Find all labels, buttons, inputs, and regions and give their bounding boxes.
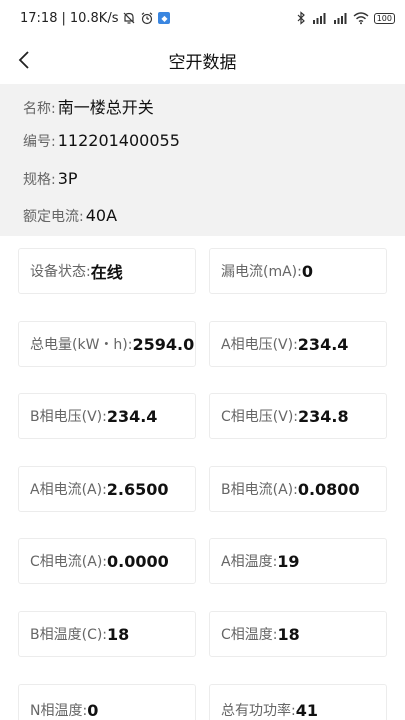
card-label: 总电量(kW・h): xyxy=(30,337,133,353)
card-label: A相电流(A): xyxy=(30,482,107,498)
back-button[interactable] xyxy=(10,42,38,78)
card-value: 18 xyxy=(277,624,300,644)
alarm-icon xyxy=(140,11,154,25)
card-c-voltage: C相电压(V): 234.8 xyxy=(209,393,387,439)
battery-level: 100 xyxy=(376,13,392,23)
name-label: 名称: xyxy=(23,101,56,117)
chevron-left-icon xyxy=(18,51,29,69)
mute-bell-icon xyxy=(122,11,136,25)
info-code-row: 编号: 112201400055 xyxy=(23,131,180,151)
status-right: 100 xyxy=(296,11,395,25)
card-label: A相温度: xyxy=(221,554,278,570)
spec-label: 规格: xyxy=(23,172,56,188)
card-label: A相电压(V): xyxy=(221,337,298,353)
card-value: 在线 xyxy=(90,263,123,282)
card-value: 234.4 xyxy=(106,406,158,426)
status-time: 17:18 xyxy=(20,10,58,26)
card-value: 18 xyxy=(107,624,130,644)
card-label: B相温度(C): xyxy=(30,627,108,643)
info-name-row: 名称: 南一楼总开关 xyxy=(23,94,154,118)
signal-hd-1-icon xyxy=(311,11,327,25)
card-value: 234.8 xyxy=(298,406,349,426)
code-value: 112201400055 xyxy=(57,131,180,150)
card-label: 漏电流(mA): xyxy=(221,264,302,280)
card-label: 总有功功率: xyxy=(221,703,296,719)
card-a-current: A相电流(A): 2.6500 xyxy=(18,466,196,512)
status-left: 17:18 | 10.8K/s ◆ xyxy=(20,10,171,26)
nav-bar: 空开数据 xyxy=(0,36,405,84)
card-value: 41 xyxy=(295,701,318,720)
status-separator: | xyxy=(61,10,66,26)
info-spec-row: 规格: 3P xyxy=(23,169,78,189)
name-value: 南一楼总开关 xyxy=(57,98,154,117)
card-value: 234.4 xyxy=(297,334,349,354)
card-value: 19 xyxy=(277,551,300,571)
card-b-current: B相电流(A): 0.0800 xyxy=(209,466,387,512)
card-value: 0 xyxy=(87,701,99,720)
card-label: N相温度: xyxy=(30,703,88,719)
card-label: C相温度: xyxy=(221,627,278,643)
bluetooth-icon xyxy=(296,11,306,25)
card-c-temperature: C相温度: 18 xyxy=(209,611,387,657)
rated-current-value: 40A xyxy=(85,206,118,225)
card-value: 2594.05 xyxy=(132,334,195,354)
spec-value: 3P xyxy=(57,169,78,188)
wifi-icon xyxy=(353,11,369,25)
card-label: B相电流(A): xyxy=(221,482,298,498)
card-b-voltage: B相电压(V): 234.4 xyxy=(18,393,196,439)
card-value: 0.0000 xyxy=(107,551,169,571)
card-label: B相电压(V): xyxy=(30,409,107,425)
info-current-row: 额定电流: 40A xyxy=(23,206,117,226)
code-label: 编号: xyxy=(23,134,56,150)
card-value: 2.6500 xyxy=(106,479,169,499)
status-speed: 10.8K/s xyxy=(69,10,119,26)
card-label: 设备状态: xyxy=(30,264,91,280)
breaker-info-panel: 名称: 南一楼总开关 编号: 112201400055 规格: 3P 额定电流:… xyxy=(0,84,405,236)
card-c-current: C相电流(A): 0.0000 xyxy=(18,538,196,584)
signal-hd-2-icon xyxy=(332,11,348,25)
card-value: 0.0800 xyxy=(297,479,360,499)
status-bar: 17:18 | 10.8K/s ◆ 100 xyxy=(0,0,405,36)
card-label: C相电压(V): xyxy=(221,409,298,425)
card-total-energy: 总电量(kW・h):2594.05 xyxy=(18,321,196,367)
card-device-status: 设备状态: 在线 xyxy=(18,248,196,294)
battery-icon: 100 xyxy=(373,12,395,24)
rated-current-label: 额定电流: xyxy=(23,209,84,225)
card-leakage-current: 漏电流(mA): 0 xyxy=(209,248,387,294)
card-b-temperature: B相温度(C): 18 xyxy=(18,611,196,657)
page-title: 空开数据 xyxy=(168,52,237,73)
card-a-voltage: A相电压(V): 234.4 xyxy=(209,321,387,367)
card-label: C相电流(A): xyxy=(30,554,107,570)
card-total-active-power: 总有功功率: 41 xyxy=(209,684,387,720)
app-badge-icon: ◆ xyxy=(158,12,171,24)
card-a-temperature: A相温度: 19 xyxy=(209,538,387,584)
card-value: 0 xyxy=(301,261,313,281)
card-n-temperature: N相温度: 0 xyxy=(18,684,196,720)
